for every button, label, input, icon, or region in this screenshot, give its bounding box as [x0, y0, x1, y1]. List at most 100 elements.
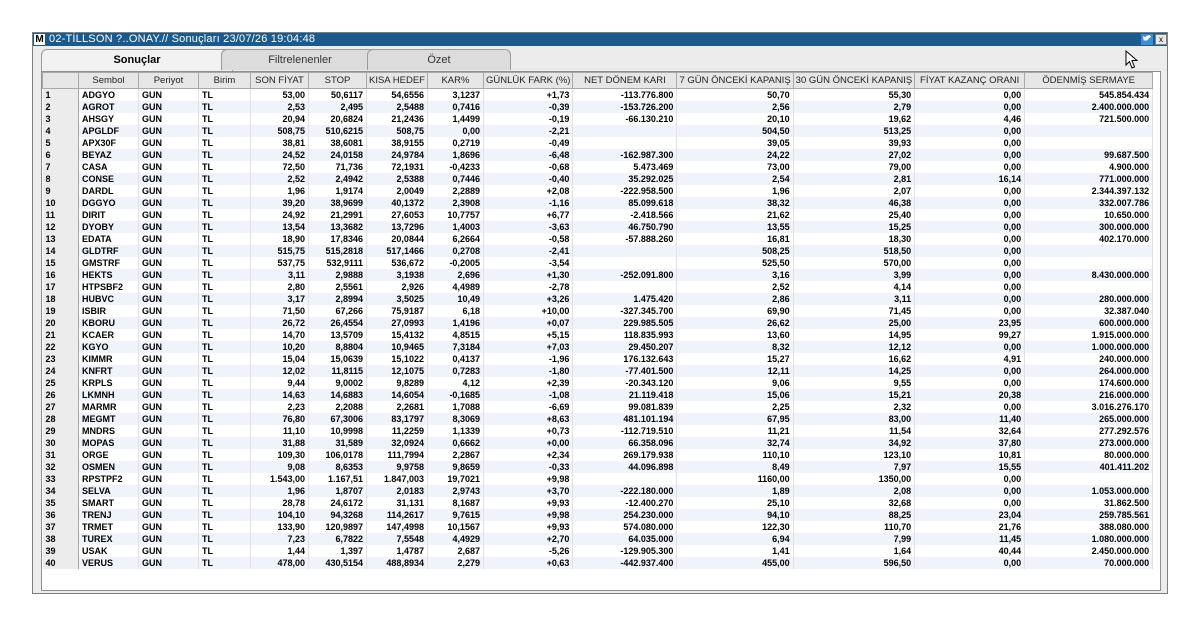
- table-cell: 20,0844: [366, 233, 428, 245]
- column-header-11[interactable]: 30 GÜN ÖNCEKİ KAPANIŞ: [792, 72, 916, 89]
- table-row[interactable]: 33 RPSTPF2 GUN TL 1.543,00 1.167,51 1.847,003 1…: [42, 473, 1154, 485]
- table-row[interactable]: 10 DGGYO GUN TL 39,20 38,9699 40,1372 2,3908 -1,…: [42, 197, 1154, 209]
- table-cell: 254.230.000: [572, 509, 678, 521]
- column-header-0[interactable]: [42, 72, 79, 89]
- table-cell: TUREX: [78, 533, 139, 545]
- table-row[interactable]: 3 AHSGY GUN TL 20,94 20,6824 21,2436 1,4499 -0,1…: [42, 113, 1154, 125]
- table-cell: 1,89: [676, 485, 794, 497]
- table-row[interactable]: 8 CONSE GUN TL 2,52 2,4942 2,5388 0,7446 -0,40 35…: [42, 173, 1154, 185]
- table-row[interactable]: 2 AGROT GUN TL 2,53 2,495 2,5488 0,7416 -0,39 -15…: [42, 101, 1154, 113]
- twitter-icon[interactable]: [1141, 34, 1153, 45]
- table-cell: 2,2889: [427, 185, 484, 197]
- table-row[interactable]: 16 HEKTS GUN TL 3,11 2,9888 3,1938 2,696 +1,30 -2…: [42, 269, 1154, 281]
- column-header-10[interactable]: 7 GÜN ÖNCEKİ KAPANIŞ: [676, 72, 794, 89]
- table-row[interactable]: 11 DIRIT GUN TL 24,92 21,2991 27,6053 10,7757 +6…: [42, 209, 1154, 221]
- table-cell: 0,00: [914, 401, 1026, 413]
- table-row[interactable]: 22 KGYO GUN TL 10,20 8,8804 10,9465 7,3184 +7,03…: [42, 341, 1154, 353]
- table-row[interactable]: 26 LKMNH GUN TL 14,63 14,6883 14,6054 -0,1685 -1…: [42, 389, 1154, 401]
- table-cell: HEKTS: [78, 269, 139, 281]
- table-cell: GLDTRF: [78, 245, 139, 257]
- column-header-9[interactable]: NET DÖNEM KARI: [572, 72, 678, 89]
- table-cell: 1,397: [308, 545, 367, 557]
- table-cell: 12,1075: [366, 365, 428, 377]
- table-row[interactable]: 9 DARDL GUN TL 1,96 1,9174 2,0049 2,2889 +2,08 -2…: [42, 185, 1154, 197]
- table-row[interactable]: 36 TRENJ GUN TL 104,10 94,3268 114,2617 9,7615 +…: [42, 509, 1154, 521]
- tab-filtrelenenler[interactable]: Filtrelenenler: [221, 49, 379, 70]
- table-row[interactable]: 15 GMSTRF GUN TL 537,75 532,9111 536,672 -0,200…: [42, 257, 1154, 269]
- table-cell: 4,4989: [427, 281, 484, 293]
- table-cell: 2,52: [250, 173, 309, 185]
- column-header-4[interactable]: SON FİYAT: [250, 72, 309, 89]
- table-row[interactable]: 13 EDATA GUN TL 18,90 17,8346 20,0844 6,2664 -0,…: [42, 233, 1154, 245]
- table-row[interactable]: 17 HTPSBF2 GUN TL 2,80 2,5561 2,926 4,4989 -2,78…: [42, 281, 1154, 293]
- table-row[interactable]: 35 SMART GUN TL 28,78 24,6172 31,131 8,1687 +9,9…: [42, 497, 1154, 509]
- table-cell: 8,49: [676, 461, 794, 473]
- table-cell: AHSGY: [78, 113, 139, 125]
- table-row[interactable]: 34 SELVA GUN TL 1,96 1,8707 2,0183 2,9743 +3,70-…: [42, 485, 1154, 497]
- table-cell: -2,41: [483, 245, 574, 257]
- table-row[interactable]: 6 BEYAZ GUN TL 24,52 24,0158 24,9784 1,8696 -6,4…: [42, 149, 1154, 161]
- table-cell: 0,00: [914, 293, 1026, 305]
- table-row[interactable]: 29 MNDRS GUN TL 11,10 10,9998 11,2259 1,1339 +0,…: [42, 425, 1154, 437]
- table-row[interactable]: 39 USAK GUN TL 1,44 1,397 1,4787 2,687 -5,26 -129…: [42, 545, 1154, 557]
- column-header-2[interactable]: Periyot: [138, 72, 199, 89]
- table-cell: TL: [198, 521, 251, 533]
- table-row[interactable]: 21 KCAER GUN TL 14,70 13,5709 15,4132 4,8515 +5,…: [42, 329, 1154, 341]
- table-cell: 75,9187: [366, 305, 428, 317]
- table-cell: 0,00: [914, 185, 1026, 197]
- table-row[interactable]: 37 TRMET GUN TL 133,90 120,9897 147,4998 10,156…: [42, 521, 1154, 533]
- table-cell: 8,32: [676, 341, 794, 353]
- table-row[interactable]: 14 GLDTRF GUN TL 515,75 515,2818 517,1466 0,270…: [42, 245, 1154, 257]
- table-row[interactable]: 32 OSMEN GUN TL 9,08 8,6353 9,9758 9,8659 -0,33 4…: [42, 461, 1154, 473]
- tab-sonuclar[interactable]: Sonuçlar: [41, 49, 233, 72]
- close-button[interactable]: x: [1155, 34, 1167, 45]
- table-cell: 9,0002: [308, 377, 367, 389]
- table-cell: 1,96: [250, 485, 309, 497]
- table-row[interactable]: 28 MEGMT GUN TL 76,80 67,3006 83,1797 8,3069 +8,…: [42, 413, 1154, 425]
- tab-ozet[interactable]: Özet: [367, 49, 511, 70]
- title-bar[interactable]: M 02-TİLLSON ?..ONAY.// Sonuçları 23/07/…: [33, 33, 1167, 46]
- table-cell: 2,5561: [308, 281, 367, 293]
- table-cell: TL: [198, 437, 251, 449]
- table-cell: GUN: [138, 209, 199, 221]
- table-row[interactable]: 20 KBORU GUN TL 26,72 26,4554 27,0993 1,4196 +0,…: [42, 317, 1154, 329]
- table-cell: 16,14: [914, 173, 1026, 185]
- table-cell: KGYO: [78, 341, 139, 353]
- table-cell: GUN: [138, 545, 199, 557]
- table-cell: 99.687.500: [1024, 149, 1154, 161]
- column-header-1[interactable]: Sembol: [78, 72, 139, 89]
- table-cell: TL: [198, 557, 251, 569]
- table-row[interactable]: 30 MOPAS GUN TL 31,88 31,589 32,0924 0,6662 +0,0…: [42, 437, 1154, 449]
- table-cell: 0,00: [914, 101, 1026, 113]
- column-header-7[interactable]: KAR%: [426, 72, 484, 89]
- table-cell: GUN: [138, 293, 199, 305]
- table-cell: 2,79: [793, 101, 916, 113]
- table-row[interactable]: 18 HUBVC GUN TL 3,17 2,8994 3,5025 10,49 +3,26 1.…: [42, 293, 1154, 305]
- table-row[interactable]: 19 ISBIR GUN TL 71,50 67,266 75,9187 6,18 +10,00…: [42, 305, 1154, 317]
- table-row[interactable]: 24 KNFRT GUN TL 12,02 11,8115 12,1075 0,7283 -1,…: [42, 365, 1154, 377]
- table-row[interactable]: 4 APGLDF GUN TL 508,75 510,6215 508,75 0,00 -2,2…: [42, 125, 1154, 137]
- table-cell: 388.080.000: [1024, 521, 1154, 533]
- table-row[interactable]: 31 ORGE GUN TL 109,30 106,0178 111,7994 2,2867 +…: [42, 449, 1154, 461]
- table-cell: [1024, 245, 1154, 257]
- table-row[interactable]: 25 KRPLS GUN TL 9,44 9,0002 9,8289 4,12 +2,39 -20…: [42, 377, 1154, 389]
- results-grid[interactable]: Sembol Periyot Birim SON FİYAT STOP KISA HEDE…: [41, 71, 1161, 591]
- table-row[interactable]: 40 VERUS GUN TL 478,00 430,5154 488,8934 2,279 +…: [42, 557, 1154, 569]
- table-row[interactable]: 5 APX30F GUN TL 38,81 38,6081 38,9155 0,2719 -0,…: [42, 137, 1154, 149]
- column-header-6[interactable]: KISA HEDEF: [366, 72, 428, 89]
- table-row[interactable]: 27 MARMR GUN TL 2,23 2,2088 2,2681 1,7088 -6,69 9…: [42, 401, 1154, 413]
- column-header-13[interactable]: ÖDENMİŞ SERMAYE: [1024, 72, 1154, 89]
- table-cell: [1024, 473, 1154, 485]
- column-header-5[interactable]: STOP: [308, 72, 367, 89]
- table-row[interactable]: 1 ADGYO GUN TL 53,00 50,6117 54,6556 3,1237 +1,7…: [42, 88, 1154, 101]
- table-cell: 2,926: [366, 281, 428, 293]
- table-row[interactable]: 12 DYOBY GUN TL 13,54 13,3682 13,7296 1,4003 -3,…: [42, 221, 1154, 233]
- table-cell: BEYAZ: [78, 149, 139, 161]
- table-cell: 14,70: [250, 329, 309, 341]
- column-header-3[interactable]: Birim: [198, 72, 251, 89]
- table-row[interactable]: 38 TUREX GUN TL 7,23 6,7822 7,5548 4,4929 +2,70 6…: [42, 533, 1154, 545]
- column-header-12[interactable]: FİYAT KAZANÇ ORANI: [914, 72, 1026, 89]
- table-row[interactable]: 23 KIMMR GUN TL 15,04 15,0639 15,1022 0,4137 -1,…: [42, 353, 1154, 365]
- table-row[interactable]: 7 CASA GUN TL 72,50 71,736 72,1931 -0,4233 -0,68…: [42, 161, 1154, 173]
- column-header-8[interactable]: GÜNLÜK FARK (%): [482, 72, 574, 89]
